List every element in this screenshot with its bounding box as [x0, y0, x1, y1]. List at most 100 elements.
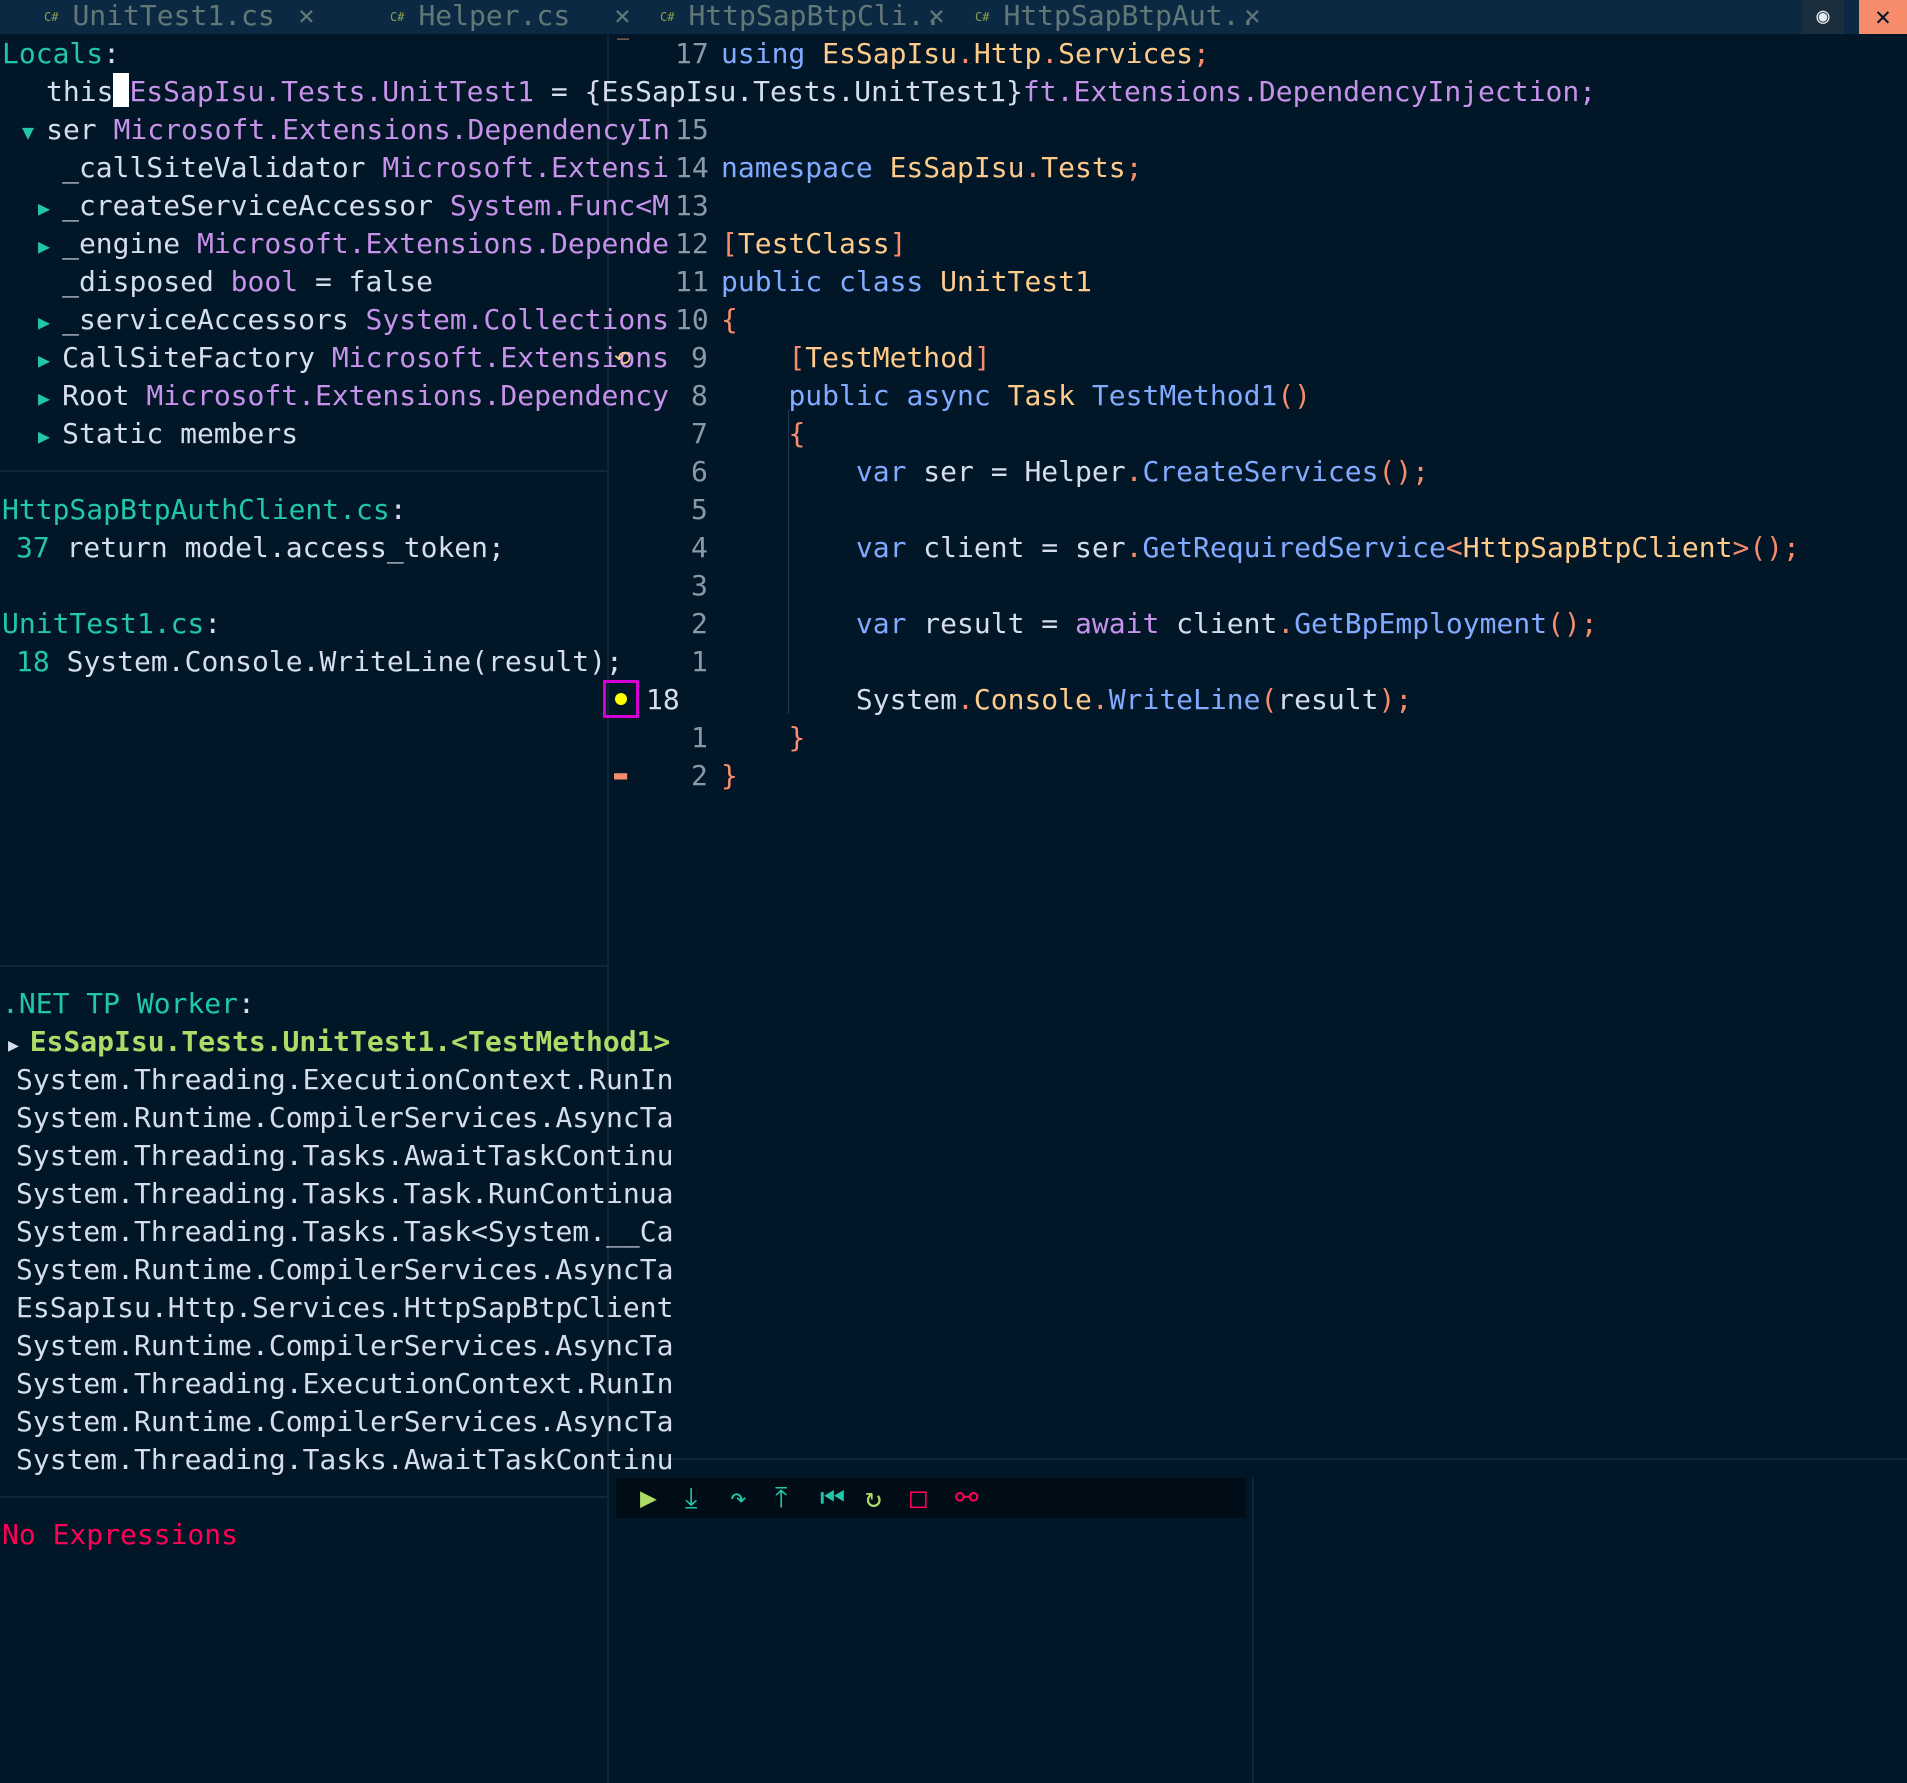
breakpoint-marker[interactable]	[603, 680, 639, 718]
close-icon[interactable]: ×	[1244, 0, 1261, 34]
stack-frame[interactable]: System.Threading.Tasks.Task<System.__Ca	[16, 1213, 673, 1251]
code-token: ]	[889, 227, 907, 260]
split-divider	[1252, 1478, 1254, 1783]
line-number: 2	[691, 759, 708, 792]
code-line[interactable]: }	[721, 719, 805, 757]
variable-type: Microsoft.Extensions.Dependency	[129, 379, 669, 412]
close-icon[interactable]: ×	[298, 0, 315, 34]
code-token: var	[855, 531, 924, 564]
debug-controls: ▶ ⤓ ↷ ⤒ ⏮ ↻ □ ⚯	[616, 1478, 1246, 1518]
stack-frame[interactable]: System.Threading.ExecutionContext.RunIn	[16, 1365, 673, 1403]
variable-name: _serviceAccessors	[62, 303, 349, 336]
close-window-icon[interactable]: ✕	[1859, 0, 1907, 34]
variable-name: _callSiteValidator	[62, 151, 366, 184]
stack-frame[interactable]: System.Runtime.CompilerServices.AsyncTa	[16, 1251, 673, 1289]
code-line[interactable]: var ser = Helper.CreateServices();	[721, 453, 1429, 491]
code-line[interactable]: public async Task TestMethod1()	[721, 377, 1311, 415]
line-number: 18	[646, 683, 680, 716]
code-line[interactable]: System.Console.WriteLine(result);	[721, 681, 1412, 719]
code-token: <	[1445, 531, 1463, 564]
variable-value: = false	[298, 265, 433, 298]
code-line[interactable]: {	[721, 301, 738, 339]
code-line[interactable]: using EsSapIsu.Http.Services;	[721, 35, 1210, 73]
variable-ser[interactable]: ▼ ser Microsoft.Extensions.DependencyIn	[22, 111, 670, 149]
fold-icon[interactable]: ▬	[614, 757, 627, 795]
step-out-icon[interactable]: ⤒	[775, 1478, 787, 1518]
code-line[interactable]: public class UnitTest1	[721, 263, 1092, 301]
variable-this[interactable]: this EsSapIsu.Tests.UnitTest1 = {EsSapIsu…	[46, 73, 1596, 111]
code-line[interactable]: var result = await client.GetBpEmploymen…	[721, 605, 1598, 643]
variable-item[interactable]: ▶ _engine Microsoft.Extensions.Depende	[38, 225, 669, 263]
continue-icon[interactable]: ▶	[640, 1478, 657, 1518]
tab-unittest1[interactable]: C# UnitTest1.cs	[44, 0, 275, 34]
code-line[interactable]: var client = ser.GetRequiredService<Http…	[721, 529, 1800, 567]
stack-frame[interactable]: System.Threading.Tasks.Task.RunContinua	[16, 1175, 673, 1213]
line-number: 15	[675, 113, 709, 146]
code-line[interactable]: namespace EsSapIsu.Tests;	[721, 149, 1142, 187]
code-token: ;	[1125, 151, 1143, 184]
current-frame[interactable]: ▶ EsSapIsu.Tests.UnitTest1.<TestMethod1>	[8, 1023, 670, 1061]
stack-frame[interactable]: System.Runtime.CompilerServices.AsyncTa	[16, 1403, 673, 1441]
code-token: [	[721, 227, 738, 260]
step-back-icon[interactable]: ⏮	[820, 1478, 845, 1518]
variable-type: System.Func<M	[432, 189, 669, 222]
thread-name[interactable]: .NET TP Worker:	[2, 985, 255, 1023]
chevron-right-icon[interactable]: ▶	[38, 348, 62, 372]
chevron-right-icon[interactable]: ▶	[38, 386, 62, 410]
variable-item[interactable]: ▶ Static members	[38, 415, 298, 453]
stop-icon[interactable]: □	[910, 1478, 927, 1518]
variable-item[interactable]: ▶ Root Microsoft.Extensions.Dependency	[38, 377, 669, 415]
breakpoint-file[interactable]: HttpSapBtpAuthClient.cs:	[2, 491, 407, 529]
fold-icon[interactable]: ‾	[617, 28, 629, 66]
tab-httpsapbtpauthclient[interactable]: C# HttpSapBtpAut..	[975, 0, 1256, 34]
variable-type: Microsoft.Extensions.Depende	[180, 227, 669, 260]
stack-frame[interactable]: System.Runtime.CompilerServices.AsyncTa	[16, 1099, 673, 1137]
chevron-down-icon[interactable]: ▼	[22, 120, 46, 144]
chevron-right-icon[interactable]: ▶	[38, 196, 62, 220]
stack-frame[interactable]: System.Threading.ExecutionContext.RunIn	[16, 1061, 673, 1099]
code-token: ]	[973, 341, 991, 374]
breakpoint-file[interactable]: UnitTest1.cs:	[2, 605, 221, 643]
code-token: {	[788, 417, 806, 450]
code-token: await	[1075, 607, 1177, 640]
chevron-right-icon[interactable]: ▶	[38, 234, 62, 258]
line-number: 10	[675, 303, 709, 336]
code-token: ();	[1378, 455, 1430, 488]
chevron-right-icon[interactable]: ▶	[38, 424, 62, 448]
tab-httpsapbtpclient[interactable]: C# HttpSapBtpCli..	[660, 0, 941, 34]
restart-icon[interactable]: ↻	[865, 1478, 882, 1518]
variable-item[interactable]: ▶ _createServiceAccessor System.Func<M	[38, 187, 669, 225]
close-icon[interactable]: ×	[928, 0, 945, 34]
line-number: 11	[675, 265, 709, 298]
code-line[interactable]: [TestMethod]	[721, 339, 991, 377]
variable-item[interactable]: _callSiteValidator Microsoft.Extensi	[38, 149, 669, 187]
stack-frame[interactable]: System.Threading.Tasks.AwaitTaskContinu	[16, 1137, 673, 1175]
stack-frame[interactable]: EsSapIsu.Http.Services.HttpSapBtpClient	[16, 1289, 673, 1327]
variable-name: _createServiceAccessor	[62, 189, 433, 222]
variable-item[interactable]: ▶ CallSiteFactory Microsoft.Extensions	[38, 339, 669, 377]
stack-frame[interactable]: System.Threading.Tasks.AwaitTaskContinu	[16, 1441, 673, 1479]
step-into-icon[interactable]: ⤓	[685, 1478, 697, 1518]
breakpoint-entry[interactable]: 18 System.Console.WriteLine(result);	[16, 643, 623, 681]
step-over-icon[interactable]: ↷	[730, 1478, 747, 1518]
breakpoint-entry[interactable]: 37 return model.access_token;	[16, 529, 505, 567]
code-line[interactable]: {	[721, 415, 805, 453]
split-divider[interactable]	[607, 34, 609, 1783]
tab-label: UnitTest1.cs	[72, 0, 275, 32]
line-number: 1	[691, 645, 708, 678]
breakpoint-dot-icon	[615, 693, 627, 705]
eye-icon[interactable]: ◉	[1802, 0, 1844, 34]
variable-item[interactable]: ▶ _serviceAccessors System.Collections	[38, 301, 669, 339]
disconnect-icon[interactable]: ⚯	[955, 1478, 978, 1518]
code-token: {	[721, 303, 738, 336]
variable-item[interactable]: _disposed bool = false	[38, 263, 433, 301]
tab-label: HttpSapBtpAut..	[1003, 0, 1257, 32]
stack-frame[interactable]: System.Runtime.CompilerServices.AsyncTa	[16, 1327, 673, 1365]
code-line[interactable]: }	[721, 757, 738, 795]
code-line[interactable]: [TestClass]	[721, 225, 906, 263]
tab-helper[interactable]: C# Helper.cs	[390, 0, 570, 34]
chevron-right-icon[interactable]: ▶	[38, 310, 62, 334]
code-token: .	[1091, 683, 1109, 716]
code-token: using	[721, 37, 823, 70]
